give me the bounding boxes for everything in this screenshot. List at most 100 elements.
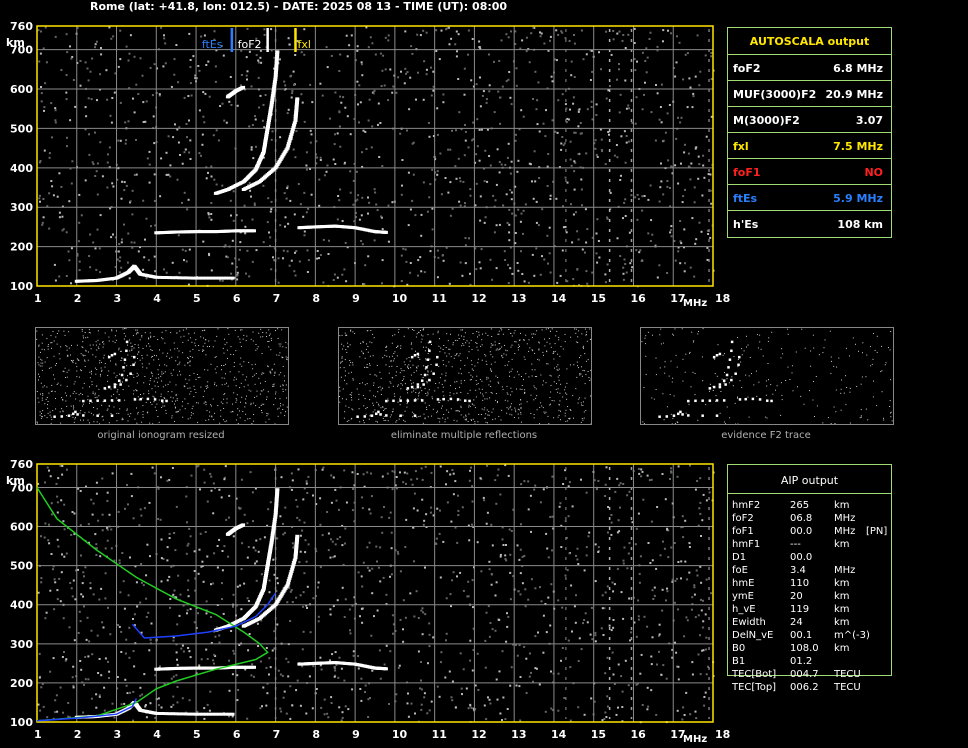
noise-dot — [402, 628, 404, 631]
noise-dot — [650, 655, 653, 658]
marker-label-fxl: fxl — [297, 38, 310, 51]
thumb-noise — [237, 408, 239, 410]
noise-dot — [261, 119, 264, 122]
autoscala-row: M(3000)F2 3.07 — [728, 106, 891, 133]
noise-dot — [577, 153, 580, 156]
noise-dot — [54, 711, 57, 714]
thumb-noise — [366, 407, 368, 408]
thumb-noise — [150, 336, 152, 338]
noise-dot — [124, 507, 126, 510]
noise-dot — [51, 136, 53, 139]
thumb-noise — [248, 362, 250, 363]
noise-dot — [535, 247, 538, 250]
noise-dot — [390, 531, 393, 534]
noise-dot — [125, 638, 128, 641]
thumb-noise — [194, 389, 196, 391]
thumb-noise — [47, 407, 49, 409]
noise-dot — [596, 155, 599, 158]
thumb-noise — [280, 343, 282, 345]
noise-dot — [334, 488, 337, 491]
noise-dot — [180, 647, 183, 650]
noise-dot — [230, 272, 233, 275]
noise-dot — [398, 664, 401, 667]
noise-dot — [699, 512, 702, 515]
noise-dot — [379, 677, 382, 680]
noise-dot — [489, 622, 492, 624]
noise-dot — [172, 695, 175, 698]
noise-dot — [660, 180, 663, 183]
thumb-noise — [157, 416, 159, 417]
noise-dot — [576, 268, 579, 271]
noise-dot — [383, 506, 385, 508]
noise-dot — [521, 555, 524, 558]
noise-dot — [571, 630, 573, 633]
noise-dot — [133, 174, 136, 176]
noise-dot — [108, 677, 110, 679]
thumb-noise — [185, 328, 187, 330]
thumb-noise — [61, 408, 63, 410]
thumb-noise — [411, 391, 413, 393]
thumb-echo — [132, 363, 135, 367]
noise-dot — [266, 221, 269, 224]
noise-dot — [349, 191, 352, 194]
noise-dot — [486, 128, 489, 131]
thumb-noise — [63, 330, 65, 332]
noise-dot — [605, 466, 608, 469]
noise-dot — [205, 648, 208, 651]
noise-dot — [339, 53, 342, 56]
noise-dot — [287, 675, 290, 678]
noise-dot — [664, 131, 667, 134]
thumb-noise — [526, 343, 528, 345]
thumb-noise — [171, 391, 173, 393]
noise-dot — [337, 195, 340, 197]
noise-dot — [92, 593, 95, 596]
thumb-noise — [156, 381, 158, 383]
noise-dot — [417, 259, 420, 262]
noise-dot — [129, 200, 132, 203]
thumb-noise — [114, 335, 116, 337]
noise-dot — [186, 609, 189, 612]
noise-dot — [682, 536, 685, 539]
noise-dot — [277, 257, 280, 260]
noise-dot — [142, 268, 145, 271]
thumb-noise — [262, 332, 264, 333]
noise-dot — [509, 96, 512, 99]
thumb-noise — [253, 374, 255, 376]
noise-dot — [420, 609, 423, 612]
noise-dot — [228, 494, 231, 497]
noise-dot — [411, 52, 414, 55]
thumb-noise — [226, 349, 228, 351]
thumb-noise — [266, 412, 268, 414]
noise-dot — [499, 555, 502, 558]
thumb-noise — [89, 386, 90, 388]
noise-dot — [464, 139, 467, 142]
noise-dot — [573, 34, 575, 36]
thumb-noise — [187, 387, 189, 389]
noise-dot — [400, 193, 403, 196]
noise-dot — [71, 160, 74, 163]
noise-dot — [702, 154, 705, 157]
thumb-noise — [66, 355, 68, 357]
noise-dot — [405, 482, 407, 485]
noise-dot — [113, 716, 116, 719]
thumb-noise — [589, 328, 591, 330]
noise-dot — [539, 31, 541, 34]
thumb-noise — [235, 401, 237, 403]
noise-dot — [636, 60, 638, 63]
noise-dot — [345, 34, 348, 37]
noise-dot — [282, 533, 285, 536]
noise-dot — [601, 594, 604, 597]
thumb-noise — [81, 329, 83, 330]
noise-dot — [531, 253, 534, 256]
noise-dot — [361, 243, 364, 246]
noise-dot — [695, 717, 698, 720]
noise-dot — [95, 268, 98, 271]
thumb-noise — [285, 384, 287, 386]
noise-dot — [124, 121, 127, 124]
noise-dot — [149, 555, 151, 558]
thumb-noise — [131, 349, 133, 351]
noise-dot — [257, 645, 260, 647]
noise-dot — [561, 31, 564, 34]
thumb-noise — [504, 365, 506, 367]
noise-dot — [271, 130, 274, 133]
